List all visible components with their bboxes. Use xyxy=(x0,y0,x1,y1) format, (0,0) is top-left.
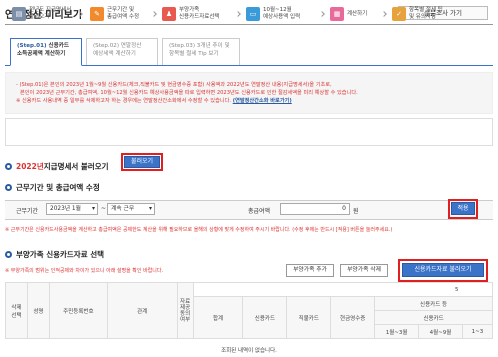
col-cash: 현금영수증 xyxy=(330,296,376,339)
notice-line: ※ 신용카드 사용내역 중 일부를 삭제하고자 하는 경우에는 연말정산간소화에… xyxy=(16,98,232,104)
step-expected-usage[interactable]: ▭ 10월~12월 예상사용액 입력 xyxy=(246,4,300,24)
dependents-note: ※ 부양가족의 범위는 인적공제와 차이가 있으니 아래 설명을 확인 바랍니다… xyxy=(5,268,164,274)
bullet-icon xyxy=(5,251,12,258)
step-bar xyxy=(5,118,493,146)
tab-step-03[interactable]: (Step.03) 3개년 추이 및 항목별 절세 Tip 보기 xyxy=(162,38,240,66)
step-label: 부양가족 xyxy=(179,7,200,13)
section-prev-statement-title: 2022년 지급명세서 불러오기 xyxy=(5,161,109,172)
step-label: 항목별 절세 팁 xyxy=(409,7,443,13)
simplified-service-link[interactable]: (연말정산간소화 바로가기) xyxy=(233,98,292,104)
tab-label: 예상세액 계산하기 xyxy=(93,51,136,57)
period-separator: ~ xyxy=(101,205,107,212)
col-rrn: 주민등록번호 xyxy=(48,282,108,339)
calculator-icon: ▦ xyxy=(330,7,344,21)
notice-box: - (Step.01)은 본인의 2023년 1월~9월 신용카드(체크,직불카… xyxy=(5,72,493,114)
year-label: 2022년 xyxy=(16,162,44,171)
delete-dependent-button[interactable]: 부양가족 삭제 xyxy=(340,264,388,277)
step-prev-statement[interactable]: ▤ 전년도 지급명세서 불러오기 xyxy=(12,4,71,24)
tab-step-number: (Step.02) xyxy=(93,43,119,49)
document-icon: ▤ xyxy=(12,7,26,21)
col-name: 성명 xyxy=(26,282,50,339)
col-group-label: 5 xyxy=(192,282,463,297)
tip-icon: ✓ xyxy=(392,7,406,21)
load-statement-button[interactable]: 불러오기 xyxy=(124,156,160,168)
edit-icon: ✎ xyxy=(90,7,104,21)
col-credit: 신용카드 xyxy=(242,296,288,339)
dependents-table: 삭제 선택 성명 주민등록번호 관계 자료 제공 동의 여부 5 합계 신용카드… xyxy=(5,282,494,339)
step-label: 총급여액 수정 xyxy=(107,14,140,20)
tab-step-number: (Step.01) xyxy=(17,43,47,49)
table-spacer xyxy=(462,282,494,297)
col-month-4-9: 4월~9월 xyxy=(418,324,463,339)
family-icon: ♟ xyxy=(162,7,176,21)
divider xyxy=(5,24,493,25)
empty-message: 조회된 내역이 없습니다. xyxy=(221,348,277,354)
tab-label: 연말정산 xyxy=(120,43,142,49)
step-edit-period[interactable]: ✎ 근무기간 및 총급여액 수정 xyxy=(90,4,139,24)
bullet-icon xyxy=(5,163,12,170)
chevron-right-icon xyxy=(151,11,157,17)
col-group-credit: 신용카드 등 xyxy=(374,296,493,311)
col-total: 합계 xyxy=(192,296,244,339)
col-debit: 직불카드 xyxy=(286,296,332,339)
step-calculate[interactable]: ▦ 계산하기 xyxy=(330,4,367,24)
col-sub-credit: 신용카드 xyxy=(374,310,493,325)
period-label: 근무기간 xyxy=(16,208,39,215)
tab-label: 항목별 절세 Tip 보기 xyxy=(169,51,219,57)
step-label: 및 유의사항 xyxy=(409,14,437,20)
tab-step-number: (Step.03) xyxy=(169,43,195,49)
col-month-edge: 1~3 xyxy=(461,324,494,339)
salary-unit: 원 xyxy=(353,208,359,215)
tab-step-02[interactable]: (Step.02) 연말정산 예상세액 계산하기 xyxy=(86,38,158,66)
col-month-1-3: 1월~3월 xyxy=(374,324,420,339)
step-label: 근무기간 및 xyxy=(107,7,135,13)
step-label: 신용카드자료선택 xyxy=(179,14,220,20)
chevron-right-icon xyxy=(235,11,241,17)
section-title-text: 부양가족 신용카드자료 선택 xyxy=(16,250,105,259)
salary-label: 총급여액 xyxy=(248,208,271,215)
card-icon: ▭ xyxy=(246,7,260,21)
col-consent: 자료 제공 동의 여부 xyxy=(176,282,194,339)
edge-label: 5 xyxy=(454,286,459,293)
chevron-right-icon xyxy=(381,11,387,17)
notice-line: - (Step.01)은 본인의 2023년 1월~9월 신용카드(체크,직불카… xyxy=(16,82,332,88)
load-card-data-button[interactable]: 신용카드자료 불러오기 xyxy=(402,263,484,277)
tab-label: 소득공제액 계산하기 xyxy=(17,51,66,57)
section-period-title: 근무기간 및 총급여액 수정 xyxy=(5,182,100,193)
apply-button[interactable]: 적용 xyxy=(451,202,475,215)
period-start-select[interactable]: 2023년 1월 xyxy=(46,203,98,215)
salary-input[interactable]: 0 xyxy=(280,203,350,215)
step-label: 불러오기 xyxy=(29,14,50,20)
bullet-icon xyxy=(5,184,12,191)
period-end-select[interactable]: 계속 근무 xyxy=(107,203,155,215)
step-tips[interactable]: ✓ 항목별 절세 팁및 유의사항 xyxy=(392,4,443,24)
step-label: 10월~12월 xyxy=(263,7,292,13)
period-note: ※ 근무기간은 신용카드사용금액을 계산하고 총급여액은 공제한도 계산을 위해… xyxy=(5,227,393,233)
chevron-right-icon xyxy=(319,11,325,17)
step-label: 계산하기 xyxy=(347,10,368,17)
col-relation: 관계 xyxy=(106,282,178,339)
step-dependents[interactable]: ♟ 부양가족 신용카드자료선택 xyxy=(162,4,219,24)
section-dependents-title: 부양가족 신용카드자료 선택 xyxy=(5,249,104,260)
step-label: 예상사용액 입력 xyxy=(263,14,301,20)
tab-label: 3개년 추이 및 xyxy=(196,43,230,49)
section-title-text: 지급명세서 불러오기 xyxy=(43,162,109,171)
tab-step-01[interactable]: (Step.01) 신용카드 소득공제액 계산하기 xyxy=(10,38,82,66)
notice-line: 본인이 2023년 근무기간, 총급여액, 10월~12월 신용카드 예상사용금… xyxy=(20,90,358,96)
tab-label: 신용카드 xyxy=(48,43,70,49)
section-title-text: 근무기간 및 총급여액 수정 xyxy=(16,183,100,192)
col-delete-select: 삭제 선택 xyxy=(5,282,28,339)
add-dependent-button[interactable]: 부양가족 추가 xyxy=(286,264,334,277)
step-label: 전년도 지급명세서 xyxy=(29,7,72,13)
